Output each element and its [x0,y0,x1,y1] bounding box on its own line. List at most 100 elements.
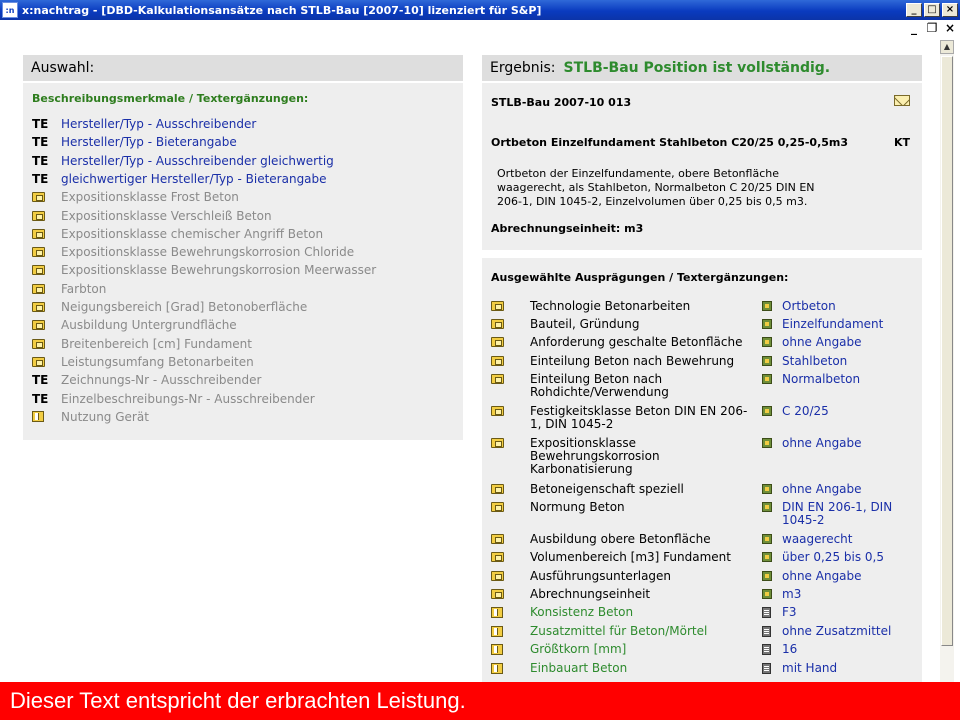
selection-item[interactable]: TE Hersteller/Typ - Bieterangabe [32,133,237,151]
book-icon [32,411,44,423]
feature-name: Zusatzmittel für Beton/Mörtel [530,624,708,638]
document-grey-icon [762,626,771,637]
selection-item-label[interactable]: Nutzung Gerät [61,410,149,424]
selection-item-label[interactable]: Einzelbeschreibungs-Nr - Ausschreibender [61,392,315,406]
folder-icon [491,552,504,562]
scroll-thumb[interactable] [941,56,953,646]
feature-value[interactable]: Ortbeton [782,300,912,313]
selection-item[interactable]: Expositionsklasse Frost Beton [32,188,239,206]
caption-text: Dieser Text entspricht der erbrachten Le… [10,688,466,713]
feature-value[interactable]: über 0,25 bis 0,5 [782,551,912,564]
selection-item[interactable]: TE Hersteller/Typ - Ausschreibender gleic… [32,152,334,170]
selection-item-label[interactable]: gleichwertiger Hersteller/Typ - Bieteran… [61,172,327,186]
feature-name: Konsistenz Beton [530,605,634,619]
folder-icon [491,484,504,494]
selection-item-label[interactable]: Expositionsklasse Verschleiß Beton [61,209,272,223]
folder-icon [491,319,504,329]
document-green-icon [762,534,772,544]
selection-item-label[interactable]: Zeichnungs-Nr - Ausschreibender [61,373,261,387]
scroll-up-arrow-icon[interactable]: ▲ [940,40,954,54]
feature-value[interactable]: C 20/25 [782,405,912,418]
feature-name: Normung Beton [530,500,625,514]
feature-name: Bauteil, Gründung [530,317,640,331]
feature-name: Abrechnungseinheit [530,587,651,601]
feature-value[interactable]: 16 [782,643,912,656]
mdi-minimize-button[interactable]: _ [906,22,922,36]
book-icon [491,626,503,637]
selection-item-label[interactable]: Neigungsbereich [Grad] Betonoberfläche [61,300,307,314]
selection-item[interactable]: Expositionsklasse Verschleiß Beton [32,207,272,225]
document-green-icon [762,319,772,329]
result-header-label: Ergebnis: [490,60,556,76]
document-green-icon [762,438,772,448]
feature-value[interactable]: F3 [782,606,912,619]
maximize-button[interactable]: □ [924,3,940,17]
folder-icon [491,534,504,544]
selection-item[interactable]: TE Hersteller/Typ - Ausschreibender [32,115,256,133]
selection-item-label[interactable]: Expositionsklasse Bewehrungskorrosion Me… [61,263,376,277]
folder-icon [491,356,504,366]
feature-value[interactable]: ohne Angabe [782,336,912,349]
selection-item[interactable]: Farbton [32,280,106,298]
result-panel-header: Ergebnis: STLB-Bau Position ist vollstän… [482,55,922,81]
feature-value[interactable]: waagerecht [782,533,912,546]
feature-value[interactable]: Einzelfundament [782,318,912,331]
book-icon [491,607,503,618]
selection-item[interactable]: Expositionsklasse Bewehrungskorrosion Ch… [32,243,354,261]
minimize-button[interactable]: _ [906,3,922,17]
selection-item[interactable]: Ausbildung Untergrundfläche [32,316,237,334]
selection-item-label[interactable]: Farbton [61,282,106,296]
selection-item[interactable]: TE gleichwertiger Hersteller/Typ - Bieter… [32,170,327,188]
selection-item-label[interactable]: Leistungsumfang Betonarbeiten [61,355,254,369]
feature-value[interactable]: Normalbeton [782,373,912,386]
folder-icon [32,265,45,276]
selection-subheading: Beschreibungsmerkmale / Textergänzungen: [32,92,309,105]
folder-icon [491,406,504,416]
selection-item-label[interactable]: Hersteller/Typ - Bieterangabe [61,135,237,149]
feature-name: Anforderung geschalte Betonfläche [530,335,743,349]
close-button[interactable]: × [942,3,958,17]
mdi-restore-button[interactable]: ❐ [924,22,940,36]
selection-item[interactable]: Neigungsbereich [Grad] Betonoberfläche [32,298,307,316]
selection-item-label[interactable]: Expositionsklasse chemischer Angriff Bet… [61,227,323,241]
selection-item-label[interactable]: Expositionsklasse Frost Beton [61,190,239,204]
feature-name: Technologie Betonarbeiten [530,299,691,313]
feature-value[interactable]: Stahlbeton [782,355,912,368]
position-unit-code: KT [893,136,910,149]
document-green-icon [762,406,772,416]
mail-icon[interactable] [894,95,910,106]
selection-item-label[interactable]: Hersteller/Typ - Ausschreibender gleichw… [61,154,334,168]
selection-item-label[interactable]: Ausbildung Untergrundfläche [61,318,237,332]
document-grey-icon [762,644,771,655]
selection-item-label[interactable]: Expositionsklasse Bewehrungskorrosion Ch… [61,245,354,259]
selection-item[interactable]: Expositionsklasse chemischer Angriff Bet… [32,225,323,243]
selection-item[interactable]: TE Zeichnungs-Nr - Ausschreibender [32,371,261,389]
document-green-icon [762,337,772,347]
position-description: Ortbeton der Einzelfundamente, obere Bet… [497,167,815,208]
feature-value[interactable]: DIN EN 206-1, DIN 1045-2 [782,501,912,527]
feature-value[interactable]: mit Hand [782,662,912,675]
feature-value[interactable]: ohne Angabe [782,483,912,496]
feature-value[interactable]: ohne Angabe [782,437,912,450]
feature-value[interactable]: ohne Angabe [782,570,912,583]
selection-item[interactable]: Nutzung Gerät [32,408,149,426]
item-icon [32,337,54,351]
vertical-scrollbar[interactable]: ▲ [940,40,954,690]
feature-value[interactable]: ohne Zusatzmittel [782,625,912,638]
selection-item[interactable]: Breitenbereich [cm] Fundament [32,335,252,353]
folder-icon [491,438,504,448]
book-icon [491,663,503,674]
feature-name: Ausführungsunterlagen [530,569,672,583]
folder-icon [32,210,45,221]
feature-value[interactable]: m3 [782,588,912,601]
mdi-close-button[interactable]: × [942,22,958,36]
te-marker: TE [32,135,49,150]
selection-item[interactable]: TE Einzelbeschreibungs-Nr - Ausschreibend… [32,390,315,408]
document-green-icon [762,356,772,366]
selection-item-label[interactable]: Hersteller/Typ - Ausschreibender [61,117,256,131]
selection-item[interactable]: Expositionsklasse Bewehrungskorrosion Me… [32,261,376,279]
folder-icon [491,589,504,599]
selection-item-label[interactable]: Breitenbereich [cm] Fundament [61,337,252,351]
caption-banner: Dieser Text entspricht der erbrachten Le… [0,682,960,720]
selection-item[interactable]: Leistungsumfang Betonarbeiten [32,353,254,371]
